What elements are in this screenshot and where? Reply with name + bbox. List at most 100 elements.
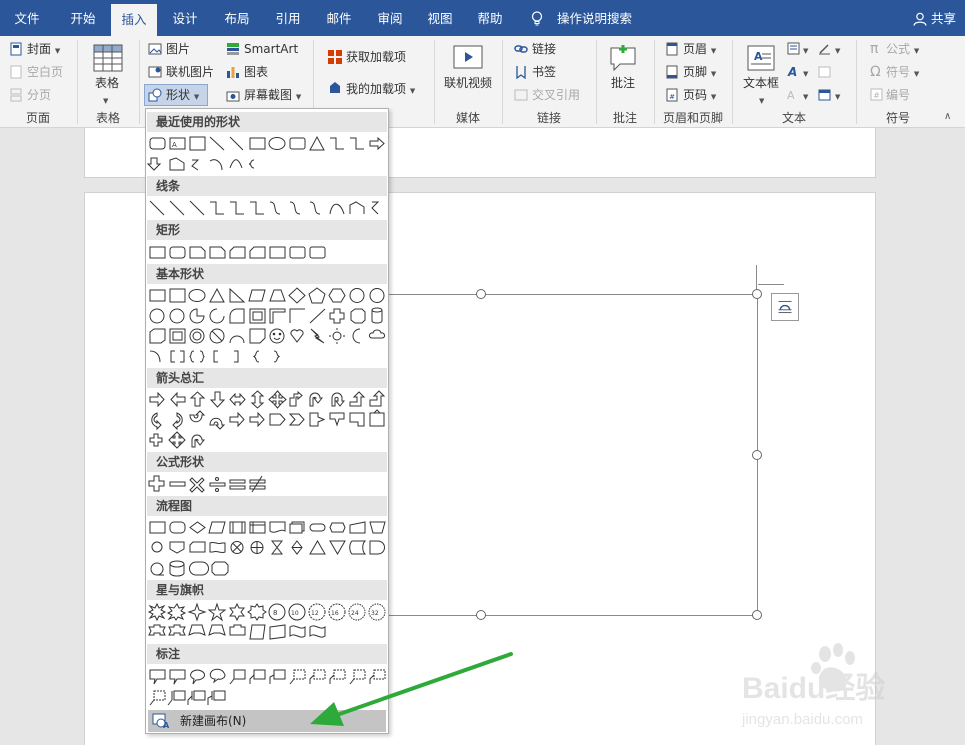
resize-handle-bottom[interactable]: [476, 610, 486, 620]
curve-icon[interactable]: [229, 159, 243, 169]
tab-layout[interactable]: 布局: [212, 0, 262, 36]
group-label-header-footer: 页眉和页脚: [662, 111, 723, 125]
svg-text:32: 32: [371, 610, 379, 617]
share-button[interactable]: 共享: [931, 0, 956, 38]
arrow-line-icon[interactable]: [229, 136, 244, 151]
screenshot-button: 屏幕截图 ▼: [244, 88, 302, 102]
number-icon: #: [870, 88, 883, 101]
vertical-textbox-icon[interactable]: [189, 136, 206, 151]
tab-home[interactable]: 开始: [56, 0, 110, 36]
tab-references[interactable]: 引用: [263, 0, 313, 36]
signature-line-icon: [819, 44, 830, 55]
canvas-corner-mark: [758, 284, 784, 285]
group-label-media: 媒体: [455, 111, 480, 125]
group-label-tables: 表格: [95, 111, 120, 125]
freeform-icon[interactable]: [169, 157, 185, 171]
svg-text:24: 24: [351, 610, 359, 617]
rounded-rectangle-icon[interactable]: [149, 137, 166, 150]
triangle-icon[interactable]: [309, 135, 325, 151]
person-icon: [913, 12, 927, 26]
get-addins-button[interactable]: 获取加载项: [346, 48, 406, 66]
tab-file[interactable]: 文件: [0, 0, 54, 36]
tab-mailings[interactable]: 邮件: [314, 0, 364, 36]
annotation-arrow: [310, 652, 513, 726]
picture-icon: [148, 43, 162, 55]
svg-text:A: A: [754, 50, 763, 63]
drop-cap-icon: A: [787, 89, 795, 101]
chart-button[interactable]: 图表: [244, 63, 268, 81]
new-comment-button[interactable]: 批注: [611, 74, 635, 92]
oval-icon[interactable]: [268, 137, 286, 150]
resize-handle-top-right[interactable]: [752, 289, 762, 299]
omega-icon: Ω: [870, 64, 881, 80]
tab-design[interactable]: 设计: [160, 0, 210, 36]
cross-reference-button[interactable]: 交叉引用: [532, 86, 580, 104]
resize-handle-right[interactable]: [752, 450, 762, 460]
recent-shapes-gallery[interactable]: A: [146, 133, 390, 175]
link-button[interactable]: 链接: [532, 40, 556, 58]
new-canvas-icon: A: [152, 713, 170, 729]
rounded-rect-icon[interactable]: [289, 137, 306, 150]
svg-text:A: A: [163, 721, 170, 729]
pi-icon: π: [870, 41, 879, 57]
footer-icon: [666, 65, 678, 79]
collapse-ribbon-icon[interactable]: ∧: [944, 108, 951, 126]
pictures-button[interactable]: 图片: [166, 40, 190, 58]
shapes-dropdown-menu: 最近使用的形状 A 线条 矩形 基本形状 箭头总汇 公式形状 流程图 星与旗帜 …: [145, 108, 389, 734]
category-basic-shapes: 基本形状: [147, 264, 387, 284]
smartart-button[interactable]: SmartArt: [244, 40, 298, 58]
category-rectangles: 矩形: [147, 220, 387, 240]
online-picture-icon: [148, 66, 162, 78]
online-pictures-button[interactable]: 联机图片: [166, 63, 214, 81]
layout-options-icon[interactable]: [771, 293, 799, 321]
tab-help[interactable]: 帮助: [466, 0, 514, 36]
online-video-button[interactable]: 联机视频: [444, 74, 492, 92]
stars-banners-gallery[interactable]: 8 10 12 16 24 32: [146, 601, 390, 645]
tab-review[interactable]: 审阅: [365, 0, 415, 36]
group-label-text: 文本: [781, 111, 806, 125]
equation-button: 公式 ▼: [886, 42, 920, 56]
lightbulb-icon: [531, 11, 543, 26]
resize-handle-top[interactable]: [476, 289, 486, 299]
line-icon[interactable]: [209, 136, 225, 151]
scribble-icon[interactable]: [191, 159, 200, 171]
blank-page-button[interactable]: 空白页: [27, 63, 63, 81]
rectangles-gallery[interactable]: [146, 241, 390, 263]
resize-handle-bottom-right[interactable]: [752, 610, 762, 620]
bookmark-icon: [516, 66, 526, 79]
header-icon: [666, 42, 678, 56]
lines-gallery[interactable]: [146, 197, 390, 219]
rectangle-icon[interactable]: [249, 137, 266, 150]
wordart-icon: A: [787, 65, 797, 78]
elbow-arrow-icon[interactable]: [350, 137, 364, 150]
svg-text:A: A: [172, 141, 177, 149]
left-brace-icon[interactable]: [248, 159, 255, 169]
arc-icon[interactable]: [209, 159, 223, 171]
bookmark-button[interactable]: 书签: [532, 63, 556, 81]
symbol-button: 符号 ▼: [886, 65, 920, 79]
svg-text:16: 16: [331, 610, 339, 617]
footer-button: 页脚 ▼: [683, 65, 717, 79]
flowchart-gallery[interactable]: [146, 517, 390, 579]
tab-insert[interactable]: 插入: [111, 4, 157, 36]
equation-shapes-gallery[interactable]: [146, 473, 390, 495]
svg-text:8: 8: [273, 609, 277, 617]
baidu-jingyan-watermark: Baidu经验 jingyan.baidu.com: [741, 643, 885, 728]
category-flowchart: 流程图: [147, 496, 387, 516]
smartart-icon: [227, 43, 239, 55]
number-button[interactable]: 编号: [886, 86, 910, 104]
comment-icon: [610, 45, 636, 72]
down-arrow-icon[interactable]: [146, 157, 162, 171]
basic-shapes-gallery[interactable]: [146, 285, 390, 369]
category-equation-shapes: 公式形状: [147, 452, 387, 472]
tab-view[interactable]: 视图: [416, 0, 464, 36]
right-arrow-icon[interactable]: [369, 136, 385, 151]
quick-parts-icon: [787, 42, 800, 55]
tell-me-search[interactable]: 操作说明搜索: [557, 0, 632, 38]
svg-text:A: A: [787, 89, 795, 101]
cover-page-button[interactable]: 封面 ▼: [27, 40, 60, 60]
shapes-label: 形状 ▼: [166, 88, 200, 102]
page-break-button[interactable]: 分页: [27, 86, 51, 104]
block-arrows-gallery[interactable]: [146, 389, 390, 453]
elbow-connector-icon[interactable]: [330, 137, 344, 150]
